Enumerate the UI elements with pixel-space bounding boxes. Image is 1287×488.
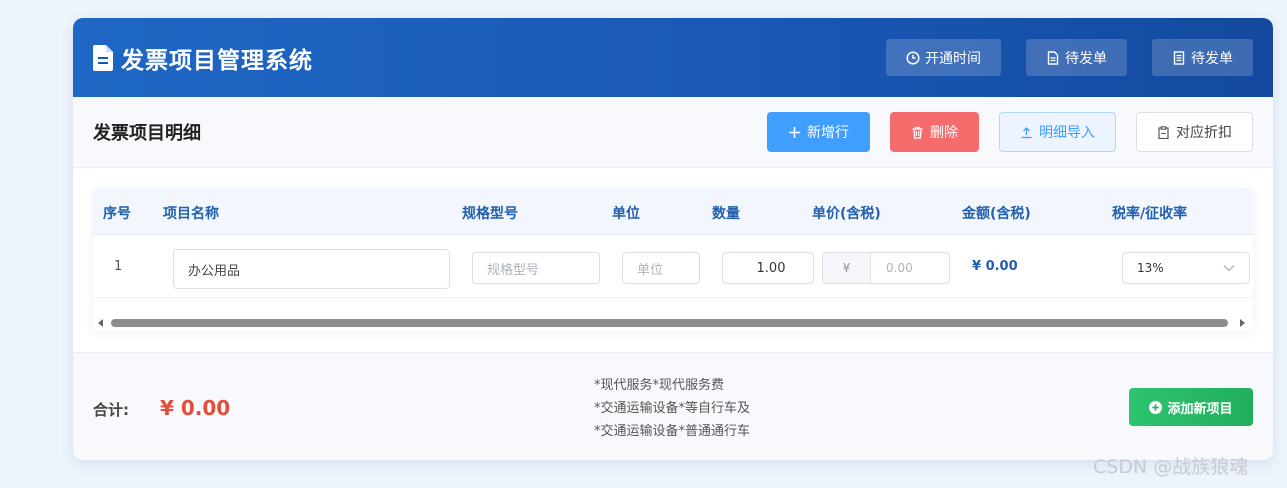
- add-new-item-button[interactable]: 添加新项目: [1129, 388, 1253, 426]
- summary-footer: 合计: ¥ 0.00 *现代服务*现代服务费 *交通运输设备*等自行车及 *交通…: [73, 352, 1273, 460]
- add-row-button[interactable]: 新增行: [767, 112, 870, 152]
- open-time-button[interactable]: 开通时间: [886, 39, 1001, 76]
- col-index: 序号: [103, 206, 131, 222]
- unit-price-input[interactable]: ¥ 0.00: [822, 252, 950, 284]
- add-new-item-label: 添加新项目: [1167, 401, 1233, 417]
- document-icon: [1047, 50, 1059, 65]
- note-item: *交通运输设备*普通通行车: [594, 424, 751, 439]
- unit-placeholder: 单位: [637, 262, 664, 278]
- unit-price-placeholder: 0.00: [886, 261, 913, 275]
- scroll-left-arrow[interactable]: [98, 319, 103, 327]
- col-amount: 金额(含税): [962, 206, 1031, 222]
- note-item: *现代服务*现代服务费: [594, 378, 725, 393]
- horizontal-scrollbar[interactable]: [93, 316, 1253, 330]
- note-item: *交通运输设备*等自行车及: [594, 401, 751, 416]
- spec-input[interactable]: 规格型号: [472, 252, 600, 284]
- plus-icon: [789, 126, 800, 138]
- detail-toolbar: 发票项目明细 新增行 删除 明细导入 对应折扣: [73, 97, 1273, 168]
- col-quantity: 数量: [712, 206, 740, 222]
- add-row-label: 新增行: [807, 125, 849, 141]
- document-icon: [93, 44, 113, 71]
- chevron-down-icon: [1223, 265, 1235, 272]
- quantity-input[interactable]: 1.00: [722, 252, 814, 284]
- clock-icon: [906, 50, 920, 65]
- col-tax-rate: 税率/征收率: [1112, 206, 1188, 222]
- item-name-input[interactable]: 办公用品: [173, 249, 450, 289]
- col-unit: 单位: [612, 206, 640, 222]
- list-document-icon: [1173, 50, 1185, 65]
- scrollbar-thumb[interactable]: [111, 319, 1228, 327]
- clipboard-icon: [1158, 125, 1169, 139]
- pending-order-label: 待发单: [1065, 50, 1107, 67]
- total-value: ¥ 0.00: [160, 396, 231, 420]
- open-time-label: 开通时间: [925, 50, 981, 67]
- pending-order-button[interactable]: 待发单: [1026, 39, 1127, 76]
- pending-order-button-2[interactable]: 待发单: [1152, 39, 1253, 76]
- pending-order-label-2: 待发单: [1191, 50, 1233, 67]
- delete-label: 删除: [930, 125, 958, 141]
- tax-rate-value: 13%: [1137, 261, 1164, 275]
- total-label: 合计:: [93, 401, 129, 419]
- table-header: 序号 项目名称 规格型号 单位 数量 单价(含税) 金额(含税) 税率/征收率: [93, 188, 1253, 235]
- app-title: 发票项目管理系统: [121, 47, 313, 74]
- upload-icon: [1021, 126, 1032, 138]
- trash-icon: [912, 126, 923, 139]
- table-row: 1 办公用品 规格型号 单位 1.00 ¥ 0.00 ¥ 0.00 13%: [93, 235, 1253, 298]
- notes-list: *现代服务*现代服务费 *交通运输设备*等自行车及 *交通运输设备*普通通行车: [594, 374, 750, 443]
- import-details-label: 明细导入: [1039, 125, 1095, 141]
- import-details-button[interactable]: 明细导入: [999, 112, 1116, 152]
- col-name: 项目名称: [163, 206, 219, 222]
- currency-prefix: ¥: [823, 253, 871, 283]
- invoice-card: 发票项目管理系统 开通时间 待发单 待发单 发票项目明细 新增行 删除 明细导入: [73, 18, 1273, 460]
- tax-rate-select[interactable]: 13%: [1122, 252, 1250, 284]
- amount-value: ¥ 0.00: [972, 259, 1018, 274]
- scroll-right-arrow[interactable]: [1240, 319, 1245, 327]
- watermark: CSDN @战族狼魂: [1093, 456, 1249, 478]
- discount-label: 对应折扣: [1176, 125, 1232, 141]
- col-unit-price: 单价(含税): [812, 206, 881, 222]
- delete-button[interactable]: 删除: [890, 112, 979, 152]
- row-index: 1: [114, 259, 123, 274]
- item-name-value: 办公用品: [188, 263, 241, 279]
- discount-button[interactable]: 对应折扣: [1136, 112, 1253, 152]
- section-title: 发票项目明细: [93, 123, 201, 144]
- items-table: 序号 项目名称 规格型号 单位 数量 单价(含税) 金额(含税) 税率/征收率 …: [93, 188, 1253, 331]
- quantity-value: 1.00: [756, 260, 786, 276]
- app-header: 发票项目管理系统 开通时间 待发单 待发单: [73, 18, 1273, 97]
- unit-input[interactable]: 单位: [622, 252, 700, 284]
- spec-placeholder: 规格型号: [487, 262, 540, 278]
- plus-circle-icon: [1149, 400, 1163, 414]
- col-spec: 规格型号: [462, 206, 518, 222]
